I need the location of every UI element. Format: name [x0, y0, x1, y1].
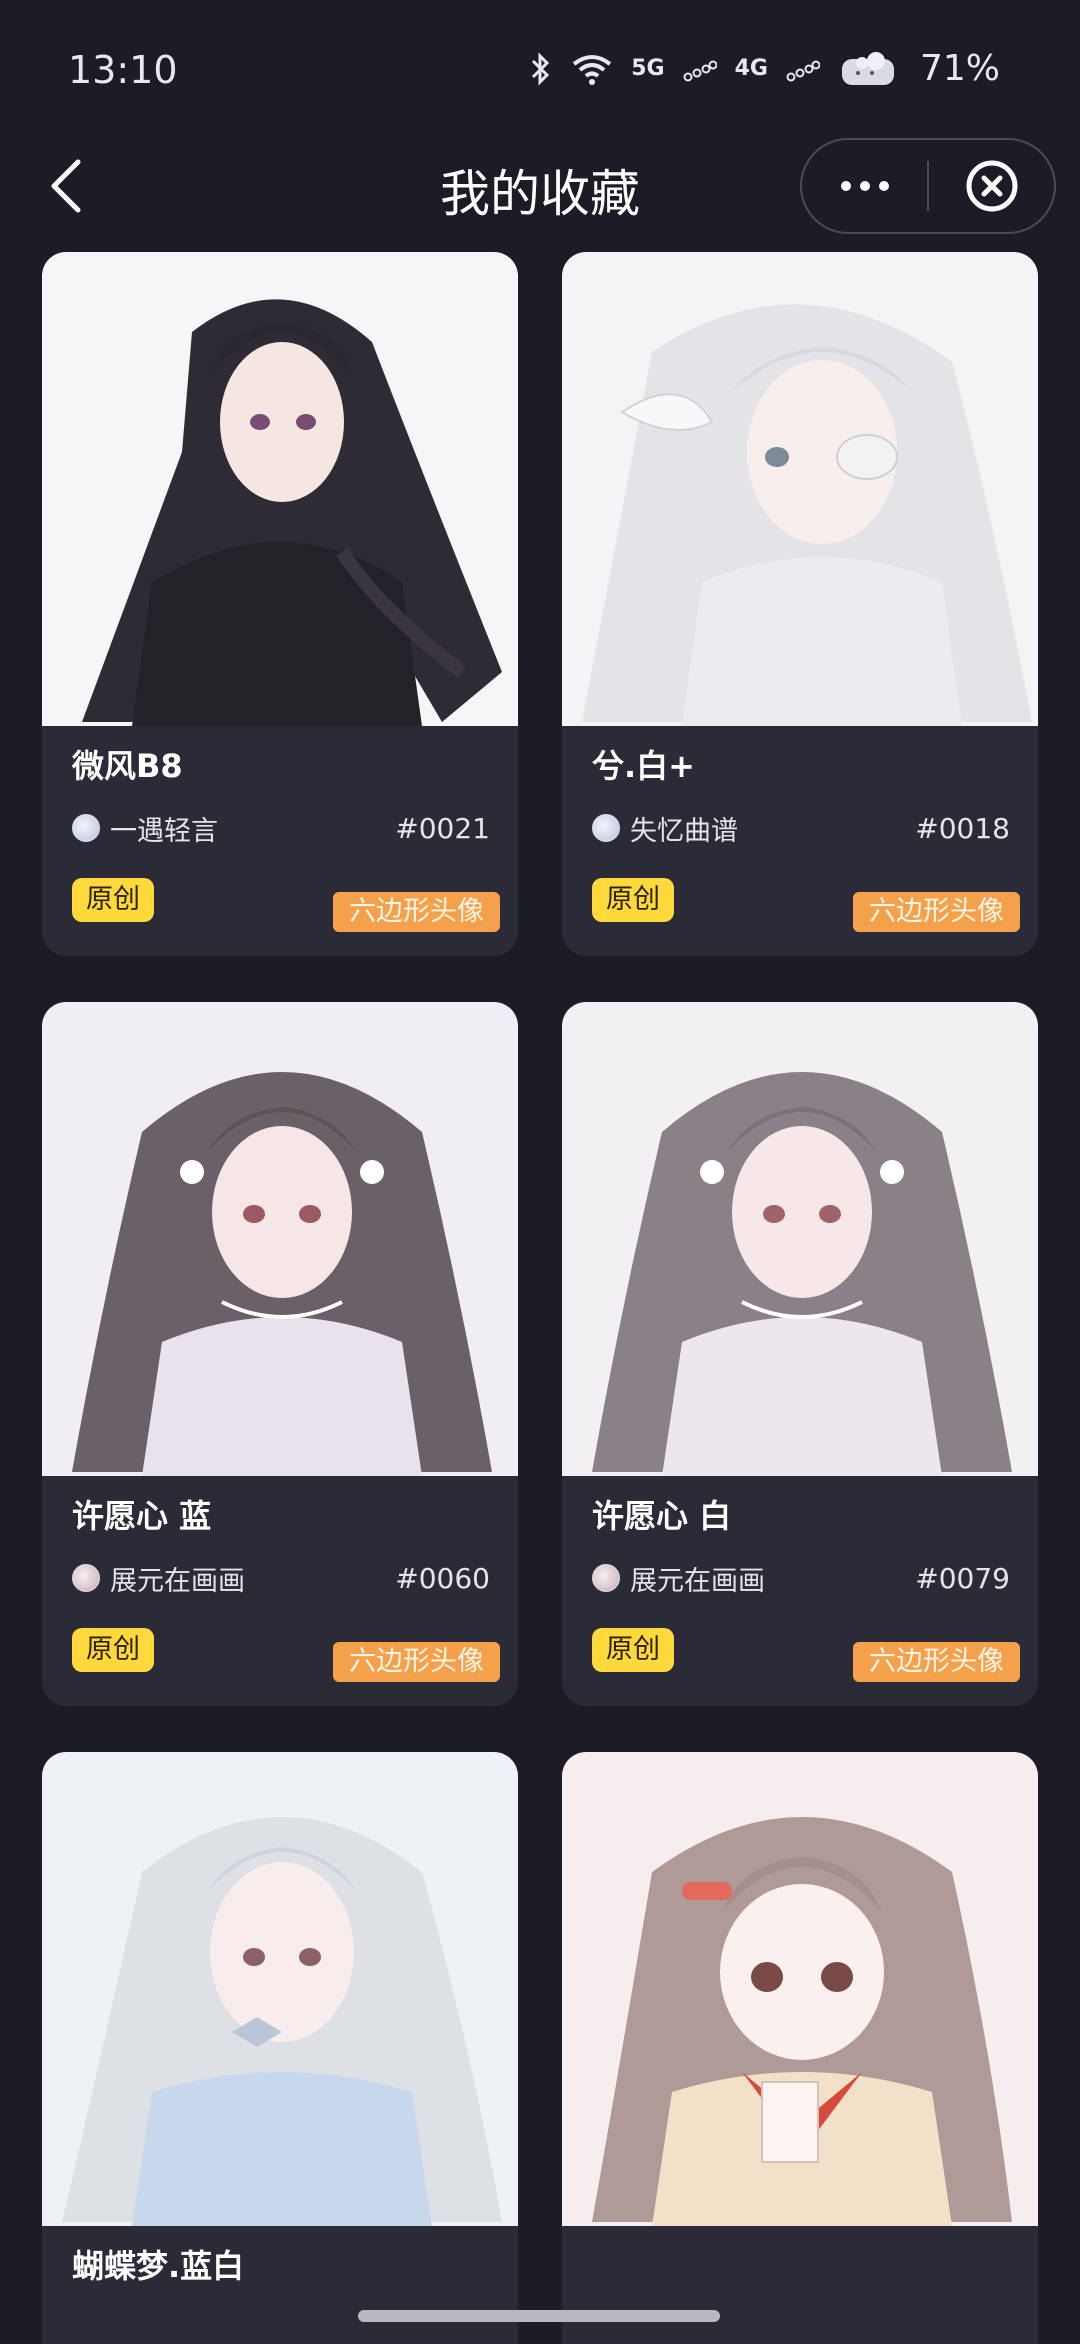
card-tags: 原创 六边形头像 — [592, 1628, 1020, 1682]
signal-4g-icon — [786, 60, 820, 81]
author-name: 展元在画画 — [630, 1565, 765, 1597]
author[interactable]: 失忆曲谱 — [592, 809, 738, 848]
author-avatar — [72, 1564, 100, 1592]
serial-number: #0079 — [915, 1561, 1010, 1595]
collection-card[interactable]: 蝴蝶梦.蓝白 — [42, 1752, 518, 2344]
collection-card[interactable]: 微风B8 一遇轻言 #0021 原创 六边形头像 — [42, 252, 518, 956]
mini-program-capsule — [800, 138, 1056, 234]
author-avatar — [72, 814, 100, 842]
original-badge: 原创 — [592, 878, 674, 922]
close-button[interactable] — [929, 138, 1054, 234]
home-indicator[interactable] — [358, 2310, 720, 2322]
author-avatar — [592, 1564, 620, 1592]
type-badge: 六边形头像 — [853, 1642, 1020, 1682]
author-name: 展元在画画 — [110, 1565, 245, 1597]
status-icons: 5G 4G 71% — [529, 48, 1000, 89]
nav-bar: 我的收藏 — [0, 130, 1080, 240]
card-title: 许愿心 蓝 — [72, 1497, 212, 1535]
battery-level: 71% — [919, 48, 1000, 89]
author[interactable]: 一遇轻言 — [72, 809, 218, 848]
card-meta: 展元在画画 #0079 — [592, 1558, 1010, 1598]
card-title: 微风B8 — [72, 747, 183, 785]
author-name: 失忆曲谱 — [630, 815, 738, 847]
collection-card[interactable]: 许愿心 蓝 展元在画画 #0060 原创 六边形头像 — [42, 1002, 518, 1706]
serial-number: #0021 — [395, 811, 490, 845]
serial-number: #0018 — [915, 811, 1010, 845]
card-info: 蝴蝶梦.蓝白 — [42, 2226, 518, 2344]
original-badge: 原创 — [72, 1628, 154, 1672]
card-info: 兮.白+ 失忆曲谱 #0018 原创 六边形头像 — [562, 726, 1038, 956]
signal-5g-label: 5G — [631, 55, 665, 81]
card-meta: 一遇轻言 #0021 — [72, 808, 490, 848]
card-title: 兮.白+ — [592, 747, 695, 785]
battery-icon — [841, 51, 894, 85]
collection-card[interactable]: 许愿心 白 展元在画画 #0079 原创 六边形头像 — [562, 1002, 1038, 1706]
card-info: 许愿心 白 展元在画画 #0079 原创 六边形头像 — [562, 1476, 1038, 1706]
collection-card[interactable] — [562, 1752, 1038, 2344]
card-info: 微风B8 一遇轻言 #0021 原创 六边形头像 — [42, 726, 518, 956]
card-title — [592, 2242, 1010, 2290]
more-dots-icon — [840, 181, 889, 191]
status-bar: 13:10 5G 4G 71% — [0, 0, 1080, 140]
card-tags: 原创 六边形头像 — [72, 878, 500, 932]
author-name: 一遇轻言 — [110, 815, 218, 847]
author[interactable]: 展元在画画 — [592, 1559, 765, 1598]
close-circle-icon — [966, 160, 1017, 212]
original-badge: 原创 — [592, 1628, 674, 1672]
avatar-artwork-image — [562, 252, 1038, 726]
card-title: 许愿心 白 — [592, 1497, 732, 1535]
original-badge: 原创 — [72, 878, 154, 922]
card-title: 蝴蝶梦.蓝白 — [72, 2247, 245, 2285]
avatar-artwork-image — [562, 1752, 1038, 2226]
type-badge: 六边形头像 — [333, 1642, 500, 1682]
card-meta: 失忆曲谱 #0018 — [592, 808, 1010, 848]
collection-card[interactable]: 兮.白+ 失忆曲谱 #0018 原创 六边形头像 — [562, 252, 1038, 956]
serial-number: #0060 — [395, 1561, 490, 1595]
type-badge: 六边形头像 — [333, 892, 500, 932]
type-badge: 六边形头像 — [853, 892, 1020, 932]
signal-4g-label: 4G — [734, 55, 768, 81]
wifi-icon — [573, 54, 612, 85]
status-time: 13:10 — [68, 48, 178, 92]
card-info — [562, 2226, 1038, 2344]
card-info: 许愿心 蓝 展元在画画 #0060 原创 六边形头像 — [42, 1476, 518, 1706]
card-meta: 展元在画画 #0060 — [72, 1558, 490, 1598]
bluetooth-icon — [532, 51, 550, 86]
signal-5g-icon — [683, 60, 717, 81]
more-button[interactable] — [802, 138, 927, 234]
avatar-artwork-image — [42, 1752, 518, 2226]
author[interactable]: 展元在画画 — [72, 1559, 245, 1598]
avatar-artwork-image — [42, 252, 518, 726]
avatar-artwork-image — [562, 1002, 1038, 1476]
avatar-artwork-image — [42, 1002, 518, 1476]
author-avatar — [592, 814, 620, 842]
card-tags: 原创 六边形头像 — [592, 878, 1020, 932]
card-tags: 原创 六边形头像 — [72, 1628, 500, 1682]
